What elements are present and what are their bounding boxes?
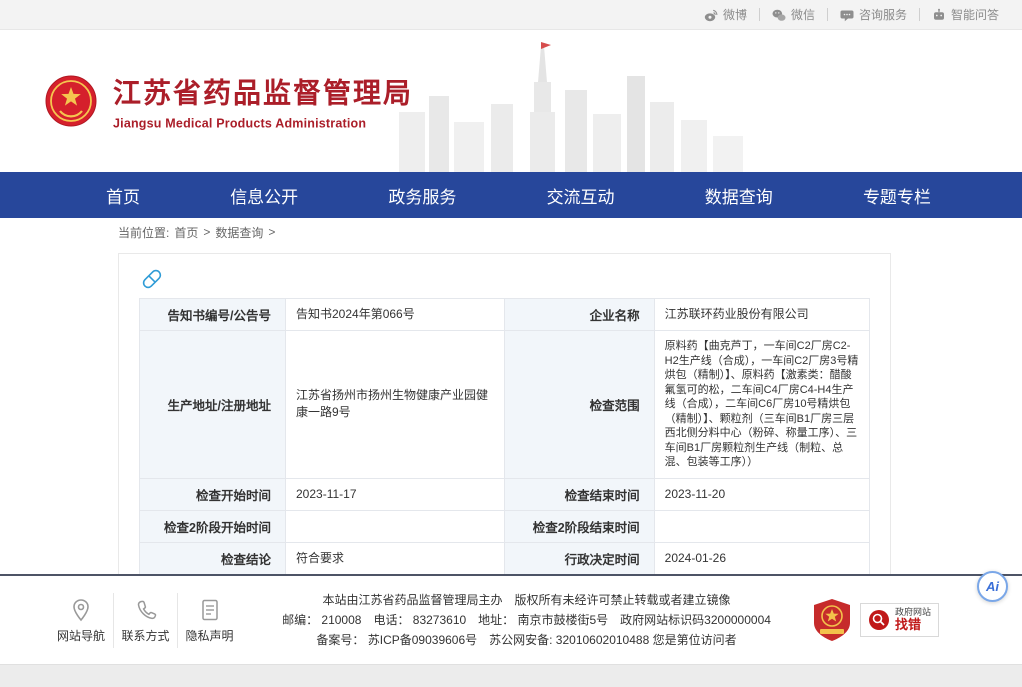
national-emblem-logo <box>45 75 97 127</box>
badge-text-bottom: 找错 <box>895 618 931 633</box>
footer-link-label: 联系方式 <box>121 629 169 643</box>
field-label-start-date: 检查开始时间 <box>140 478 286 510</box>
site-header: 江苏省药品监督管理局 Jiangsu Medical Products Admi… <box>0 30 1022 172</box>
field-label-end-date: 检查结束时间 <box>505 478 655 510</box>
pill-icon <box>139 266 165 292</box>
field-value-decision-date: 2024-01-26 <box>654 542 869 574</box>
topbar-link-weibo[interactable]: 微博 <box>692 6 759 23</box>
nav-item-gov-services[interactable]: 政务服务 <box>388 183 456 208</box>
field-label-decision-date: 行政决定时间 <box>505 542 655 574</box>
topbar-link-label: 微博 <box>723 6 747 23</box>
field-label-inspection-scope: 检查范围 <box>505 331 655 479</box>
main-content: 告知书编号/公告号 告知书2024年第066号 企业名称 江苏联环药业股份有限公… <box>0 246 1022 574</box>
footer-quick-links: 网站导航 联系方式 隐私声明 <box>11 593 241 648</box>
topbar-link-qa[interactable]: 智能问答 <box>920 6 1011 23</box>
footer-link-label: 隐私声明 <box>185 629 233 643</box>
field-value-end-date: 2023-11-20 <box>654 478 869 510</box>
phone-icon <box>133 597 159 623</box>
topbar-link-label: 微信 <box>791 6 815 23</box>
field-label-conclusion: 检查结论 <box>140 542 286 574</box>
table-row: 生产地址/注册地址 江苏省扬州市扬州生物健康产业园健康一路9号 检查范围 原料药… <box>140 331 870 479</box>
error-report-logo-icon <box>868 609 890 631</box>
footer-line-host: 本站由江苏省药品监督管理局主办 版权所有未经许可禁止转载或者建立镜像 <box>241 590 812 610</box>
field-value-address: 江苏省扬州市扬州生物健康产业园健康一路9号 <box>286 331 505 479</box>
field-value-notice-number: 告知书2024年第066号 <box>286 299 505 331</box>
footer-link-privacy[interactable]: 隐私声明 <box>177 593 241 648</box>
weibo-icon <box>704 8 718 22</box>
bottom-strip <box>0 664 1022 687</box>
footer-link-label: 网站导航 <box>57 629 105 643</box>
field-label-phase2-end: 检查2阶段结束时间 <box>505 510 655 542</box>
party-gov-site-badge[interactable] <box>812 597 852 643</box>
footer-line-icp: 备案号： 苏ICP备09039606号 苏公网安备: 3201060201048… <box>241 630 812 650</box>
robot-icon <box>932 8 946 22</box>
site-title-cn: 江苏省药品监督管理局 <box>113 72 413 112</box>
nav-item-data-query[interactable]: 数据查询 <box>705 183 773 208</box>
nav-item-interaction[interactable]: 交流互动 <box>547 183 615 208</box>
main-nav: 首页 信息公开 政务服务 交流互动 数据查询 专题专栏 <box>0 172 1022 218</box>
document-icon <box>197 597 223 623</box>
field-label-company-name: 企业名称 <box>505 299 655 331</box>
table-row: 检查2阶段开始时间 检查2阶段结束时间 <box>140 510 870 542</box>
footer-badges: 政府网站 找错 <box>812 597 1011 643</box>
breadcrumb-label: 当前位置: <box>118 224 169 241</box>
wechat-icon <box>772 8 786 22</box>
nav-item-home[interactable]: 首页 <box>106 183 140 208</box>
breadcrumb-link-data-query[interactable]: 数据查询 <box>215 224 263 241</box>
gov-site-error-report-badge[interactable]: 政府网站 找错 <box>860 603 939 636</box>
field-value-inspection-scope: 原料药【曲克芦丁，一车间C2厂房C2-H2生产线（合成），一车间C2厂房3号精烘… <box>654 331 869 479</box>
field-value-start-date: 2023-11-17 <box>286 478 505 510</box>
topbar-link-consult[interactable]: 咨询服务 <box>828 6 919 23</box>
inspection-detail-panel: 告知书编号/公告号 告知书2024年第066号 企业名称 江苏联环药业股份有限公… <box>118 253 891 574</box>
topbar-link-wechat[interactable]: 微信 <box>760 6 827 23</box>
topbar-link-label: 智能问答 <box>951 6 999 23</box>
field-label-phase2-start: 检查2阶段开始时间 <box>140 510 286 542</box>
footer-info-text: 本站由江苏省药品监督管理局主办 版权所有未经许可禁止转载或者建立镜像 邮编： 2… <box>241 590 812 650</box>
field-label-notice-number: 告知书编号/公告号 <box>140 299 286 331</box>
site-title-block: 江苏省药品监督管理局 Jiangsu Medical Products Admi… <box>113 72 413 131</box>
nav-item-special-topics[interactable]: 专题专栏 <box>863 183 931 208</box>
footer-link-contact[interactable]: 联系方式 <box>113 593 177 648</box>
location-pin-icon <box>68 597 94 623</box>
nav-item-info-disclosure[interactable]: 信息公开 <box>230 183 298 208</box>
footer-line-contact: 邮编： 210008 电话： 83273610 地址： 南京市鼓楼街5号 政府网… <box>241 610 812 630</box>
breadcrumb-link-home[interactable]: 首页 <box>174 224 198 241</box>
site-title-en: Jiangsu Medical Products Administration <box>113 117 413 131</box>
table-row: 检查开始时间 2023-11-17 检查结束时间 2023-11-20 <box>140 478 870 510</box>
breadcrumb: 当前位置: 首页 > 数据查询 > <box>0 218 1022 246</box>
field-value-phase2-start <box>286 510 505 542</box>
table-row: 检查结论 符合要求 行政决定时间 2024-01-26 <box>140 542 870 574</box>
page: 微博 微信 咨询服务 智能问答 <box>0 0 1022 687</box>
table-row: 告知书编号/公告号 告知书2024年第066号 企业名称 江苏联环药业股份有限公… <box>140 299 870 331</box>
field-value-company-name: 江苏联环药业股份有限公司 <box>654 299 869 331</box>
topbar: 微博 微信 咨询服务 智能问答 <box>0 0 1022 30</box>
breadcrumb-separator: > <box>203 225 210 239</box>
topbar-link-label: 咨询服务 <box>859 6 907 23</box>
ai-assistant-button[interactable]: Ai <box>977 571 1008 602</box>
field-value-phase2-end <box>654 510 869 542</box>
chat-bubble-icon <box>840 8 854 22</box>
field-label-address: 生产地址/注册地址 <box>140 331 286 479</box>
footer: 网站导航 联系方式 隐私声明 本站由江苏省药品监督管理局主办 版权所有未经许可禁… <box>0 574 1022 664</box>
inspection-detail-table: 告知书编号/公告号 告知书2024年第066号 企业名称 江苏联环药业股份有限公… <box>139 298 870 574</box>
field-value-conclusion: 符合要求 <box>286 542 505 574</box>
breadcrumb-separator: > <box>268 225 275 239</box>
city-skyline-decoration <box>381 40 761 172</box>
footer-link-sitemap[interactable]: 网站导航 <box>49 593 113 648</box>
